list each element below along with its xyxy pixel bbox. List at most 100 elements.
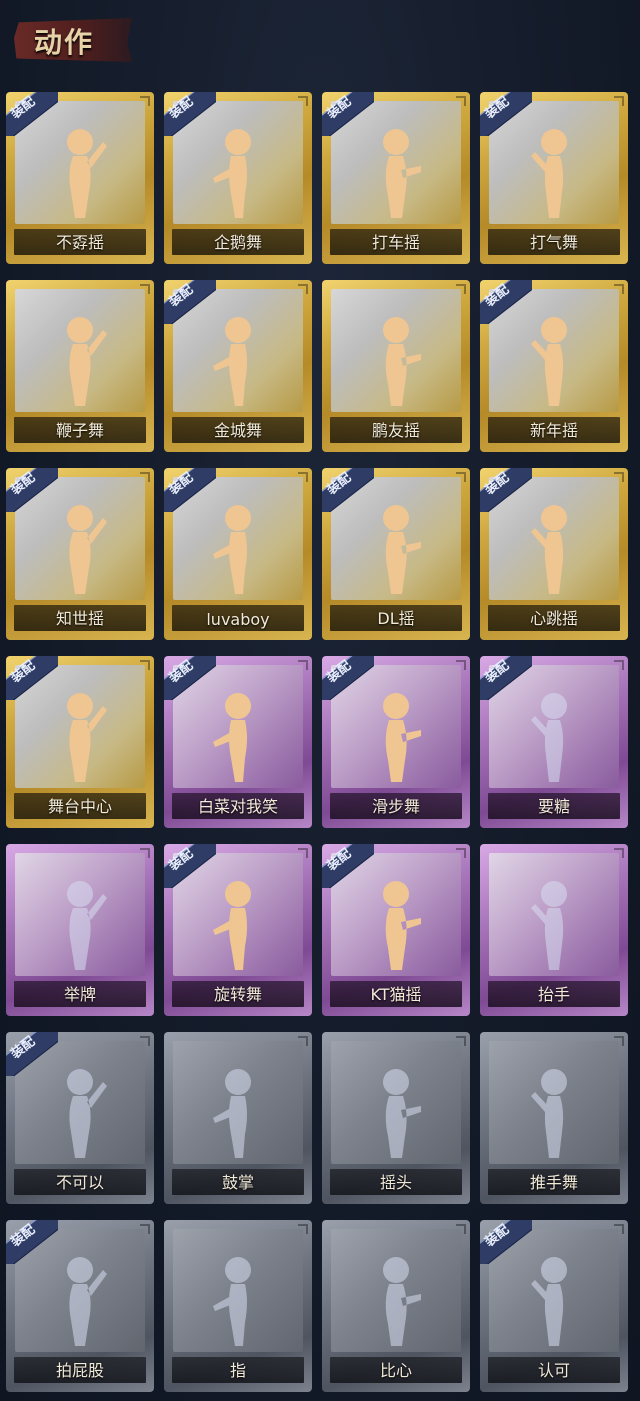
card-frame: 鹏友摇: [322, 280, 470, 452]
silhouette-head: [225, 693, 251, 719]
card-name: 鞭子舞: [55, 421, 104, 440]
emote-card[interactable]: KT猫摇 装配: [322, 844, 470, 1016]
silhouette-head: [67, 129, 93, 155]
equipped-badge: 装配: [322, 844, 374, 888]
silhouette-body: [213, 720, 247, 782]
card-corner-ornament: [140, 1036, 150, 1046]
silhouette-body: [385, 532, 421, 594]
emote-card[interactable]: 旋转舞 装配: [164, 844, 312, 1016]
dancer-silhouette-icon: [67, 693, 107, 782]
emote-card[interactable]: 鞭子舞: [6, 280, 154, 452]
emote-card[interactable]: 打车摇 装配: [322, 92, 470, 264]
dancer-silhouette-icon: [213, 881, 251, 970]
dancer-silhouette-icon: [383, 1069, 421, 1158]
equipped-badge: 装配: [6, 656, 58, 700]
dancer-silhouette-icon: [531, 317, 567, 406]
silhouette-head: [383, 317, 409, 343]
card-name: 摇头: [379, 1173, 412, 1192]
dancer-silhouette-icon: [213, 1069, 251, 1158]
emote-card[interactable]: 企鹅舞 装配: [164, 92, 312, 264]
dancer-silhouette-icon: [213, 317, 251, 406]
card-name: 滑步舞: [371, 797, 420, 816]
dancer-silhouette-icon: [383, 881, 421, 970]
emote-card[interactable]: DL摇 装配: [322, 468, 470, 640]
card-frame: 指: [164, 1220, 312, 1392]
silhouette-body: [531, 152, 564, 218]
emote-card[interactable]: 拍屁股 装配: [6, 1220, 154, 1392]
card-corner-ornament: [614, 472, 624, 482]
equipped-badge: 装配: [164, 92, 216, 136]
silhouette-head: [541, 129, 567, 155]
dancer-silhouette-icon: [67, 881, 107, 970]
silhouette-head: [225, 317, 251, 343]
card-name: 旋转舞: [213, 985, 262, 1004]
emote-card[interactable]: 滑步舞 装配: [322, 656, 470, 828]
card-frame: 摇头: [322, 1032, 470, 1204]
dancer-silhouette-icon: [383, 317, 421, 406]
card-corner-ornament: [614, 284, 624, 294]
emote-card[interactable]: 要糖 装配: [480, 656, 628, 828]
silhouette-body: [385, 1096, 421, 1158]
card-corner-ornament: [456, 848, 466, 858]
card-name: 企鹅舞: [213, 233, 262, 252]
emote-card[interactable]: 舞台中心 装配: [6, 656, 154, 828]
card-corner-ornament: [298, 848, 308, 858]
dancer-silhouette-icon: [383, 693, 421, 782]
silhouette-body: [531, 1280, 564, 1346]
card-frame: 推手舞: [480, 1032, 628, 1204]
silhouette-body: [531, 340, 564, 406]
card-corner-ornament: [456, 96, 466, 106]
equipped-badge: 装配: [480, 280, 532, 324]
silhouette-head: [541, 881, 567, 907]
silhouette-body: [531, 1092, 564, 1158]
card-name: DL摇: [377, 609, 415, 628]
emote-card[interactable]: 白菜对我笑 装配: [164, 656, 312, 828]
card-name: 不孬摇: [55, 233, 104, 252]
emote-card[interactable]: 推手舞: [480, 1032, 628, 1204]
card-name: 打气舞: [529, 233, 578, 252]
header: 动作: [0, 0, 640, 80]
emote-card[interactable]: 金城舞 装配: [164, 280, 312, 452]
silhouette-head: [541, 1069, 567, 1095]
card-name: luvaboy: [206, 610, 270, 629]
equipped-badge: 装配: [480, 1220, 532, 1264]
dancer-silhouette-icon: [67, 505, 107, 594]
emote-card[interactable]: 打气舞 装配: [480, 92, 628, 264]
emote-card[interactable]: 知世摇 装配: [6, 468, 154, 640]
card-corner-ornament: [140, 96, 150, 106]
silhouette-head: [225, 1069, 251, 1095]
card-corner-ornament: [614, 848, 624, 858]
silhouette-body: [385, 156, 421, 218]
card-frame: 举牌: [6, 844, 154, 1016]
emote-card[interactable]: luvaboy 装配: [164, 468, 312, 640]
dancer-silhouette-icon: [213, 693, 251, 782]
emote-card[interactable]: 举牌: [6, 844, 154, 1016]
dancer-silhouette-icon: [67, 1069, 107, 1158]
equipped-badge: 装配: [322, 656, 374, 700]
equipped-badge: 装配: [164, 280, 216, 324]
card-corner-ornament: [140, 1224, 150, 1234]
emote-card[interactable]: 指: [164, 1220, 312, 1392]
equipped-badge: 装配: [480, 468, 532, 512]
emote-card[interactable]: 鹏友摇: [322, 280, 470, 452]
emote-card[interactable]: 不孬摇 装配: [6, 92, 154, 264]
emote-card[interactable]: 抬手: [480, 844, 628, 1016]
dancer-silhouette-icon: [67, 1257, 107, 1346]
card-corner-ornament: [298, 284, 308, 294]
silhouette-head: [383, 129, 409, 155]
card-corner-ornament: [614, 660, 624, 670]
equipped-badge: 装配: [164, 468, 216, 512]
emote-card[interactable]: 新年摇 装配: [480, 280, 628, 452]
silhouette-head: [67, 881, 93, 907]
card-name: 舞台中心: [47, 797, 112, 816]
card-corner-ornament: [456, 1036, 466, 1046]
silhouette-head: [383, 1257, 409, 1283]
emote-card[interactable]: 不可以 装配: [6, 1032, 154, 1204]
equipped-badge: 装配: [480, 656, 532, 700]
emote-card[interactable]: 认可 装配: [480, 1220, 628, 1392]
dancer-silhouette-icon: [531, 1257, 567, 1346]
emote-card[interactable]: 心跳摇 装配: [480, 468, 628, 640]
emote-card[interactable]: 摇头: [322, 1032, 470, 1204]
emote-card[interactable]: 比心: [322, 1220, 470, 1392]
emote-card[interactable]: 鼓掌: [164, 1032, 312, 1204]
